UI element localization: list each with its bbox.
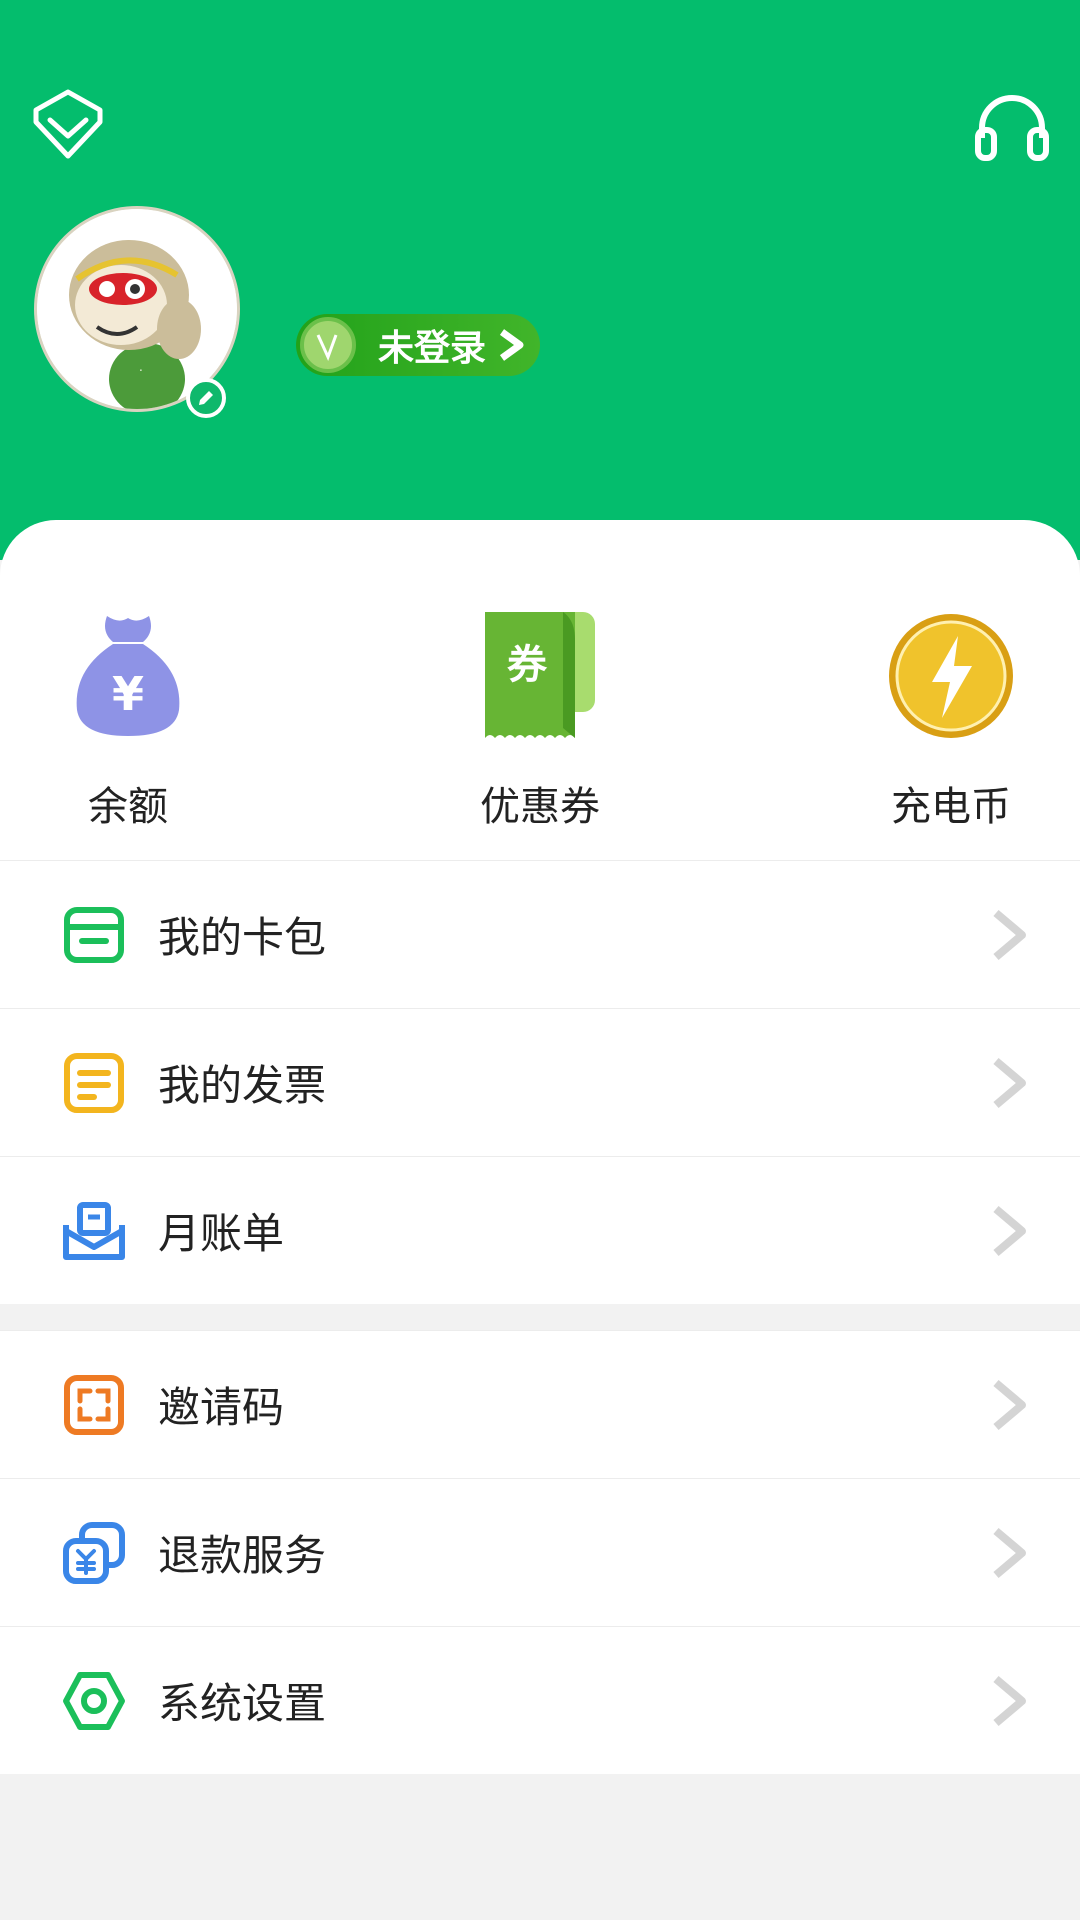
lightning-coin-icon — [889, 614, 1013, 738]
menu-item-invoice[interactable]: 我的发票 — [0, 1008, 1080, 1156]
quick-action-balance[interactable]: ¥ 余额 — [28, 610, 228, 832]
chevron-right-icon — [993, 1675, 1026, 1726]
quick-action-coupon[interactable]: 券 优惠券 — [440, 610, 640, 832]
menu-item-refund[interactable]: 退款服务 — [0, 1478, 1080, 1626]
menu-item-label: 邀请码 — [158, 1383, 285, 1432]
chevron-right-icon — [499, 329, 524, 361]
vip-v-glyph — [316, 334, 338, 361]
menu-item-label: 月账单 — [158, 1209, 285, 1258]
quick-action-charge-coin[interactable]: 充电币 — [851, 610, 1051, 832]
menu-item-label: 我的卡包 — [158, 913, 327, 962]
chevron-right-icon — [993, 1057, 1026, 1108]
coupon-icon: 券 — [485, 612, 595, 738]
chevron-right-icon — [993, 1527, 1026, 1578]
chevron-right-icon — [993, 1379, 1026, 1430]
menu-group-1: 我的卡包 我的发票 月账单 — [0, 860, 1080, 1304]
invoice-icon — [64, 1052, 124, 1113]
menu-item-settings[interactable]: 系统设置 — [0, 1626, 1080, 1774]
vip-badge-icon — [300, 317, 356, 373]
profile-header: . 未登录 — [0, 0, 1080, 560]
card-wallet-icon — [64, 906, 124, 963]
menu-item-invite-code[interactable]: 邀请码 — [0, 1330, 1080, 1478]
chevron-right-icon — [993, 1205, 1026, 1256]
monthly-bill-icon — [63, 1201, 125, 1260]
menu-item-label: 系统设置 — [158, 1679, 327, 1728]
svg-text:¥: ¥ — [112, 667, 144, 721]
settings-hex-icon — [63, 1671, 125, 1730]
chevron-right-icon — [993, 909, 1026, 960]
menu-item-label: 退款服务 — [158, 1531, 327, 1580]
balance-label: 余额 — [88, 784, 168, 830]
menu-item-card-wallet[interactable]: 我的卡包 — [0, 860, 1080, 1008]
menu-item-label: 我的发票 — [158, 1061, 327, 1110]
diamond-vip-icon[interactable] — [30, 86, 106, 162]
svg-text:券: 券 — [507, 642, 548, 688]
login-label: 未登录 — [378, 328, 487, 369]
invite-code-icon — [64, 1374, 124, 1435]
menu-item-monthly-bill[interactable]: 月账单 — [0, 1156, 1080, 1304]
pencil-icon — [199, 391, 213, 405]
avatar-edit-button[interactable] — [186, 378, 226, 418]
money-bag-icon: ¥ — [76, 616, 180, 736]
svg-text:.: . — [139, 360, 143, 374]
charge-coin-label: 充电币 — [891, 784, 1011, 830]
menu-group-2: 邀请码 退款服务 系统设置 — [0, 1330, 1080, 1774]
refund-icon — [63, 1521, 125, 1584]
login-button[interactable]: 未登录 — [296, 314, 540, 376]
headset-service-icon[interactable] — [974, 90, 1050, 166]
coupon-label: 优惠券 — [480, 784, 600, 830]
